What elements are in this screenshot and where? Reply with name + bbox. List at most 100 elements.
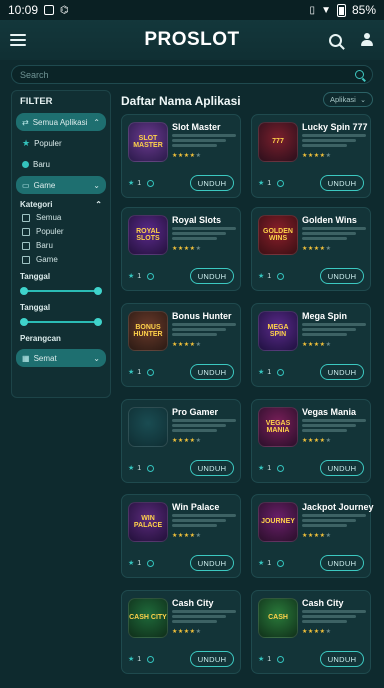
info-icon[interactable] xyxy=(147,655,155,663)
card-footer: ★ 1 UNDUH xyxy=(128,364,234,380)
app-card[interactable]: Pro Gamer ★★★★★ ★ 1 UNDUH xyxy=(121,399,241,483)
download-button[interactable]: UNDUH xyxy=(320,651,364,667)
sidebar-item-label: Baru xyxy=(33,159,50,169)
app-card[interactable]: GOLDEN WINS Golden Wins ★★★★★ ★ 1 UNDUH xyxy=(251,207,371,291)
download-button[interactable]: UNDUH xyxy=(320,175,364,191)
info-icon[interactable] xyxy=(277,655,285,663)
info-icon[interactable] xyxy=(147,368,155,376)
sidebar-item-label: Populer xyxy=(34,138,62,148)
kategori-header[interactable]: Kategori ⌃ xyxy=(20,200,102,209)
info-icon[interactable] xyxy=(277,272,285,280)
checkbox[interactable] xyxy=(22,255,30,264)
app-thumbnail: GOLDEN WINS xyxy=(258,215,298,255)
download-button[interactable]: UNDUH xyxy=(190,651,234,667)
card-footer: ★ 1 UNDUH xyxy=(128,175,234,191)
info-icon[interactable] xyxy=(147,559,155,567)
search-bar xyxy=(11,65,373,84)
info-icon[interactable] xyxy=(147,179,155,187)
favorite-count: 1 xyxy=(267,464,272,472)
info-icon[interactable] xyxy=(277,368,285,376)
star-icon: ★ xyxy=(195,629,202,635)
checkbox[interactable] xyxy=(22,227,30,236)
app-card[interactable]: 777 Lucky Spin 777 ★★★★★ ★ 1 UNDUH xyxy=(251,114,371,198)
calendar-icon: ▦ xyxy=(22,353,30,363)
download-button[interactable]: UNDUH xyxy=(190,175,234,191)
favorite-count: 1 xyxy=(267,368,272,376)
sidebar-item-game[interactable]: ▭ Game ⌄ xyxy=(16,176,106,194)
app-description-blur xyxy=(302,323,366,336)
checkbox[interactable] xyxy=(22,241,30,250)
download-button[interactable]: UNDUH xyxy=(190,555,234,571)
app-card[interactable]: BONUS HUNTER Bonus Hunter ★★★★★ ★ 1 UNDUH xyxy=(121,303,241,387)
download-button[interactable]: UNDUH xyxy=(320,268,364,284)
checkbox[interactable] xyxy=(22,213,30,222)
app-thumbnail: CASH CITY xyxy=(128,598,168,638)
favorite-count: 1 xyxy=(267,272,272,280)
sidebar-item-label: Game xyxy=(33,180,56,190)
sidebar-item-semua-aplikasi[interactable]: ⇄ Semua Aplikasi ⌃ xyxy=(16,113,106,131)
download-button[interactable]: UNDUH xyxy=(190,460,234,476)
download-button[interactable]: UNDUH xyxy=(320,460,364,476)
app-card[interactable]: MEGA SPIN Mega Spin ★★★★★ ★ 1 UNDUH xyxy=(251,303,371,387)
download-button[interactable]: UNDUH xyxy=(320,364,364,380)
slider-handle-start[interactable] xyxy=(20,287,28,295)
star-icon: ★ xyxy=(325,342,332,348)
kategori-title: Kategori xyxy=(20,200,53,209)
next-row-peek xyxy=(121,680,373,688)
notification-icon: ⌬ xyxy=(60,4,69,16)
tanggal-slider-1[interactable] xyxy=(20,287,102,295)
app-title: PROSLOT xyxy=(144,29,240,50)
search-input[interactable] xyxy=(20,69,355,80)
app-thumbnail: ROYAL SLOTS xyxy=(128,215,168,255)
info-icon[interactable] xyxy=(147,272,155,280)
app-card[interactable]: CASH Cash City ★★★★★ ★ 1 UNDUH xyxy=(251,590,371,674)
app-name: Mega Spin xyxy=(302,311,348,321)
info-icon[interactable] xyxy=(277,559,285,567)
app-description-blur xyxy=(172,323,236,336)
info-icon[interactable] xyxy=(147,464,155,472)
info-icon[interactable] xyxy=(277,179,285,187)
battery-level: 85% xyxy=(351,3,376,17)
menu-icon[interactable] xyxy=(10,34,26,46)
rating-stars: ★★★★★ xyxy=(172,437,201,444)
star-icon: ★ xyxy=(128,465,135,472)
tanggal-slider-2[interactable] xyxy=(20,318,102,326)
checkbox-baru[interactable]: Baru xyxy=(22,241,106,250)
app-card[interactable]: ROYAL SLOTS Royal Slots ★★★★★ ★ 1 UNDUH xyxy=(121,207,241,291)
star-icon: ★ xyxy=(195,342,202,348)
card-footer: ★ 1 UNDUH xyxy=(258,651,364,667)
checkbox-semua[interactable]: Semua xyxy=(22,213,106,222)
swap-icon: ⇄ xyxy=(22,117,29,127)
app-name: Win Palace xyxy=(172,502,220,512)
info-icon[interactable] xyxy=(277,464,285,472)
app-card[interactable]: JOURNEY Jackpot Journey ★★★★★ ★ 1 UNDUH xyxy=(251,494,374,578)
star-icon: ★ xyxy=(22,137,31,148)
download-button[interactable]: UNDUH xyxy=(190,364,234,380)
search-submit-icon[interactable] xyxy=(355,70,364,79)
star-icon: ★ xyxy=(258,369,265,376)
semat-button[interactable]: ▦ Semat ⌄ xyxy=(16,349,106,367)
tanggal-label-2: Tanggal xyxy=(20,303,51,312)
slider-handle-end[interactable] xyxy=(94,318,102,326)
rating-stars: ★★★★★ xyxy=(302,437,331,444)
card-footer: ★ 1 UNDUH xyxy=(258,175,364,191)
sidebar-item-baru[interactable]: Baru xyxy=(16,155,106,173)
app-card[interactable]: CASH CITY Cash City ★★★★★ ★ 1 UNDUH xyxy=(121,590,241,674)
sidebar-item-populer[interactable]: ★ Populer xyxy=(16,134,106,152)
slider-handle-end[interactable] xyxy=(94,287,102,295)
slider-handle-start[interactable] xyxy=(20,318,28,326)
card-footer: ★ 1 UNDUH xyxy=(128,460,234,476)
sort-dropdown[interactable]: Aplikasi ⌄ xyxy=(323,92,373,107)
checkbox-game[interactable]: Game xyxy=(22,255,106,264)
status-time: 10:09 xyxy=(8,3,39,17)
search-icon[interactable] xyxy=(329,33,342,47)
app-card[interactable]: WIN PALACE Win Palace ★★★★★ ★ 1 UNDUH xyxy=(121,494,241,578)
download-button[interactable]: UNDUH xyxy=(320,555,364,571)
card-footer: ★ 1 UNDUH xyxy=(258,364,364,380)
app-card[interactable]: SLOT MASTER Slot Master ★★★★★ ★ 1 UNDUH xyxy=(121,114,241,198)
profile-icon[interactable] xyxy=(360,33,374,47)
app-card[interactable]: VEGAS MANIA Vegas Mania ★★★★★ ★ 1 UNDUH xyxy=(251,399,371,483)
checkbox-populer[interactable]: Populer xyxy=(22,227,106,236)
checkbox-label: Baru xyxy=(36,241,53,250)
download-button[interactable]: UNDUH xyxy=(190,268,234,284)
